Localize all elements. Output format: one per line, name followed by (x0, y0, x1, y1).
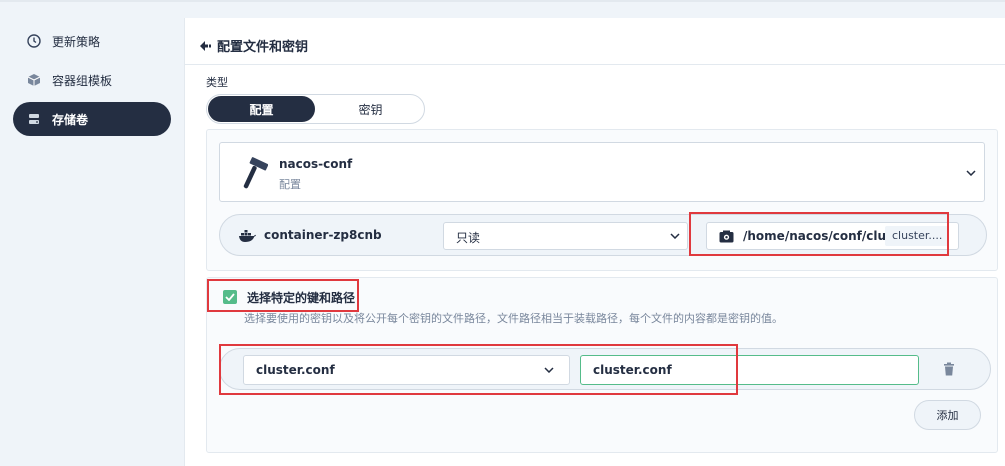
container-name: container-zp8cnb (264, 228, 382, 242)
access-mode-value: 只读 (456, 231, 481, 245)
access-mode-select[interactable]: 只读 (443, 222, 688, 250)
volume-config-section: nacos-conf 配置 container-zp8cnb 只读 /home/… (206, 129, 998, 271)
key-path-row: cluster.conf (219, 348, 991, 390)
storage-icon (27, 112, 41, 126)
sub-path-tag[interactable]: cluster.... (885, 226, 950, 246)
hammer-icon (243, 157, 268, 189)
page-header: 配置文件和密钥 (199, 36, 308, 55)
header-divider (185, 64, 1005, 65)
sidebar-item-label: 容器组模板 (52, 73, 113, 88)
type-segmented-control: 配置 密钥 (206, 94, 425, 124)
cube-icon (27, 73, 41, 87)
key-select[interactable]: cluster.conf (243, 355, 570, 385)
trash-icon[interactable] (942, 362, 956, 376)
sidebar-item-volumes[interactable]: 存储卷 (13, 102, 171, 136)
back-arrow-icon[interactable] (199, 39, 213, 53)
key-value: cluster.conf (256, 363, 335, 377)
resource-type: 配置 (279, 178, 301, 191)
mount-path-value: /home/nacos/conf/cluster.conf (743, 229, 885, 243)
page-title: 配置文件和密钥 (217, 40, 309, 55)
sidebar: 更新策略 容器组模板 存储卷 (0, 2, 184, 466)
docker-icon (239, 230, 256, 242)
type-option-secret[interactable]: 密钥 (317, 96, 424, 122)
specific-keys-checkbox[interactable] (223, 290, 237, 304)
resource-select[interactable]: nacos-conf 配置 (219, 142, 985, 202)
check-icon (225, 293, 235, 301)
add-button[interactable]: 添加 (914, 400, 981, 430)
chevron-down-icon (543, 364, 555, 376)
specific-keys-label[interactable]: 选择特定的键和路径 (247, 289, 355, 306)
type-option-config[interactable]: 配置 (208, 96, 315, 122)
main-panel: 配置文件和密钥 类型 配置 密钥 nacos-conf 配置 container… (184, 18, 1005, 466)
sidebar-item-label: 更新策略 (52, 34, 101, 49)
specific-keys-section: 选择特定的键和路径 选择要使用的密钥以及将公开每个密钥的文件路径，文件路径相当于… (206, 277, 998, 453)
chevron-down-icon (669, 230, 681, 242)
sidebar-item-pod-template[interactable]: 容器组模板 (13, 63, 171, 97)
sidebar-item-label: 存储卷 (52, 112, 89, 127)
chevron-down-icon[interactable] (965, 167, 977, 179)
mount-row: container-zp8cnb 只读 /home/nacos/conf/clu… (219, 214, 987, 256)
mount-icon (719, 230, 734, 243)
clock-icon (27, 34, 41, 48)
specific-keys-description: 选择要使用的密钥以及将公开每个密钥的文件路径，文件路径相当于装载路径，每个文件的… (244, 312, 783, 325)
path-input[interactable] (580, 355, 919, 385)
type-label: 类型 (206, 76, 228, 89)
resource-name: nacos-conf (279, 157, 353, 171)
sidebar-item-update-strategy[interactable]: 更新策略 (13, 24, 171, 58)
mount-path-input[interactable]: /home/nacos/conf/cluster.conf cluster...… (706, 222, 959, 250)
